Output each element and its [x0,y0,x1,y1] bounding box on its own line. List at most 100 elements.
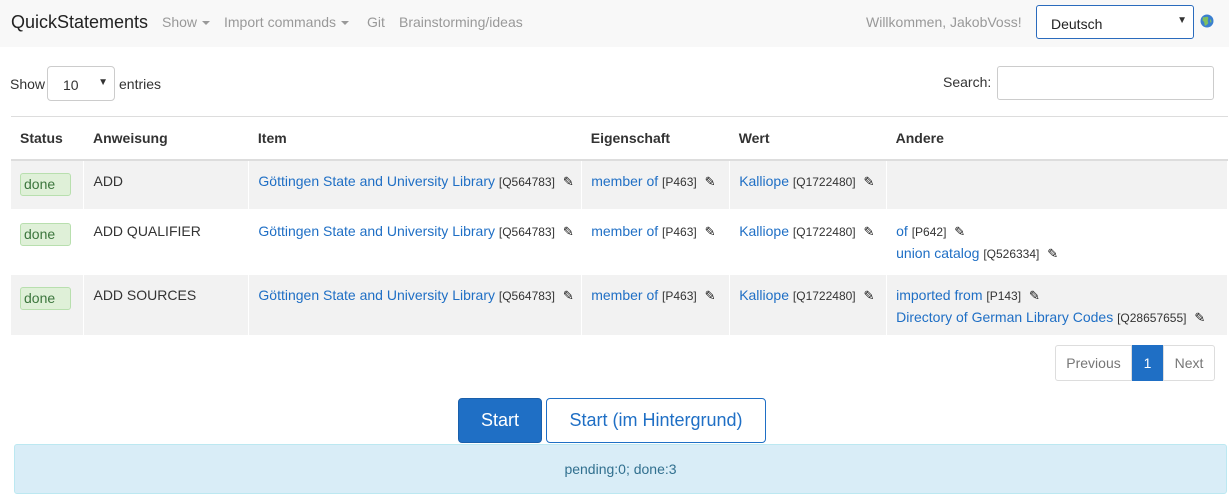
action-cell: ADD [83,160,250,211]
pencil-icon[interactable]: ✎ [1194,310,1205,326]
table-header-row: Status Anweisung Item Eigenschaft Wert A… [11,116,1228,161]
menu-git[interactable]: Git [367,14,385,30]
property-link[interactable]: member of [591,173,658,189]
pencil-icon[interactable]: ✎ [563,288,574,304]
other-cell [886,160,1228,211]
pencil-icon[interactable]: ✎ [1029,288,1040,304]
select-arrow-icon: ▼ [98,77,108,88]
property-cell: member of [P463] ✎ [581,160,731,211]
next-page-button[interactable]: Next [1163,345,1215,381]
table-row: done ADD Göttingen State and University … [11,160,1228,211]
header-action[interactable]: Anweisung [83,116,249,161]
language-select[interactable]: Deutsch ▼ [1036,5,1194,39]
table-row: done ADD QUALIFIER Göttingen State and U… [11,210,1228,275]
caret-down-icon [341,21,350,26]
qualifier-line: of [P642] ✎ [896,223,1227,240]
select-arrow-icon: ▼ [1177,15,1187,26]
property-cell: member of [P463] ✎ [581,274,731,337]
menu-import-commands[interactable]: Import commands [224,14,350,30]
source-line: Directory of German Library Codes [Q2865… [896,309,1227,326]
navbar: QuickStatements Show Import commands Git… [0,0,1229,47]
entries-value: 10 [63,77,79,93]
pencil-icon[interactable]: ✎ [864,174,875,190]
welcome-user[interactable]: Willkommen, JakobVoss! [866,14,1022,30]
status-cell: done [11,210,85,275]
source-property-link[interactable]: imported from [896,287,982,303]
search-label: Search: [943,74,992,90]
item-cell: Göttingen State and University Library [… [248,274,583,337]
other-cell: of [P642] ✎ union catalog [Q526334] ✎ [886,210,1228,275]
header-other[interactable]: Andere [886,116,1228,161]
status-text: pending:0; done:3 [564,461,677,477]
item-link[interactable]: Göttingen State and University Library [258,287,495,303]
value-link[interactable]: Kalliope [739,223,789,239]
pencil-icon[interactable]: ✎ [864,224,875,240]
table-row: done ADD SOURCES Göttingen State and Uni… [11,274,1228,337]
status-cell: done [11,160,85,211]
action-cell: ADD QUALIFIER [83,210,250,275]
value-link[interactable]: Kalliope [739,287,789,303]
menu-brainstorming[interactable]: Brainstorming/ideas [399,14,523,30]
property-link[interactable]: member of [591,287,658,303]
show-label: Show [10,76,46,92]
item-cell: Göttingen State and University Library [… [248,160,583,211]
menu-show[interactable]: Show [162,14,211,30]
search-input[interactable] [997,66,1214,100]
property-link[interactable]: member of [591,223,658,239]
header-status[interactable]: Status [11,116,84,161]
item-id: [Q564783] [498,175,555,189]
pencil-icon[interactable]: ✎ [954,224,965,240]
qualifier-value-link[interactable]: union catalog [896,245,979,261]
qualifier-property-link[interactable]: of [896,223,908,239]
source-line: imported from [P143] ✎ [896,287,1227,304]
app-brand[interactable]: QuickStatements [11,12,148,33]
value-cell: Kalliope [Q1722480] ✎ [729,160,888,211]
entries-label: entries [119,76,162,92]
current-page-button[interactable]: 1 [1132,345,1163,381]
value-id: [Q1722480] [792,289,856,303]
status-cell: done [11,274,85,337]
pencil-icon[interactable]: ✎ [705,288,716,304]
status-badge: done [20,173,71,196]
item-link[interactable]: Göttingen State and University Library [258,173,495,189]
pagination: Previous 1 Next [1055,345,1215,381]
header-property[interactable]: Eigenschaft [581,116,730,161]
property-cell: member of [P463] ✎ [581,210,731,275]
status-badge: done [20,223,71,246]
property-id: [P463] [662,175,697,189]
value-cell: Kalliope [Q1722480] ✎ [729,210,888,275]
pencil-icon[interactable]: ✎ [705,224,716,240]
item-id: [Q564783] [498,225,555,239]
start-button[interactable]: Start [458,398,542,443]
pencil-icon[interactable]: ✎ [1047,246,1058,262]
value-link[interactable]: Kalliope [739,173,789,189]
status-bar: pending:0; done:3 [14,444,1227,494]
pencil-icon[interactable]: ✎ [563,174,574,190]
value-id: [Q1722480] [792,225,856,239]
source-value-link[interactable]: Directory of German Library Codes [896,309,1113,325]
pencil-icon[interactable]: ✎ [563,224,574,240]
source-value-id: [Q28657655] [1117,311,1187,325]
item-link[interactable]: Göttingen State and University Library [258,223,495,239]
item-cell: Göttingen State and University Library [… [248,210,583,275]
pencil-icon[interactable]: ✎ [864,288,875,304]
value-cell: Kalliope [Q1722480] ✎ [729,274,888,337]
entries-select[interactable]: 10 ▼ [47,66,115,101]
qualifier-line: union catalog [Q526334] ✎ [896,245,1227,262]
source-property-id: [P143] [986,289,1022,303]
globe-icon[interactable] [1200,14,1214,28]
previous-page-button[interactable]: Previous [1055,345,1132,381]
qualifier-value-id: [Q526334] [983,247,1040,261]
property-id: [P463] [662,289,697,303]
action-cell: ADD SOURCES [83,274,250,337]
header-value[interactable]: Wert [729,116,887,161]
status-badge: done [20,287,71,310]
language-value: Deutsch [1051,16,1103,32]
commands-table: Status Anweisung Item Eigenschaft Wert A… [11,116,1228,337]
pencil-icon[interactable]: ✎ [705,174,716,190]
qualifier-property-id: [P642] [911,225,947,239]
header-item[interactable]: Item [248,116,582,161]
property-id: [P463] [662,225,697,239]
value-id: [Q1722480] [792,175,856,189]
start-background-button[interactable]: Start (im Hintergrund) [546,398,766,443]
